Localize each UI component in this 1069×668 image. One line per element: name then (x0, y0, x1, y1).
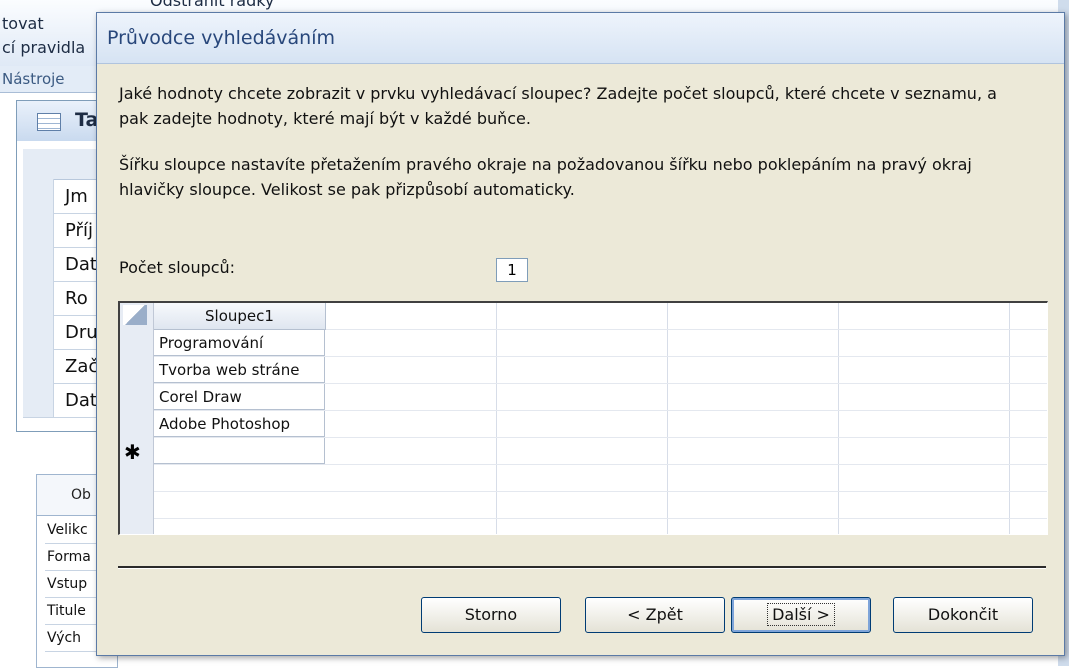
grid-cell[interactable]: Adobe Photoshop (154, 411, 325, 437)
finish-button[interactable]: Dokončit (893, 597, 1033, 633)
column-width-hint: Šířku sloupce nastavíte přetažením pravé… (119, 155, 972, 199)
ribbon-text: tovat (2, 14, 44, 33)
grid-cell[interactable]: Corel Draw (154, 384, 325, 410)
grid-row-line (120, 518, 1047, 519)
grid-column-line (667, 303, 668, 534)
button-separator (118, 566, 1046, 569)
column-count-label: Počet sloupců: (119, 258, 236, 277)
row-selector-column[interactable]: ✱ (120, 303, 154, 534)
instruction-text: Jaké hodnoty chcete zobrazit v prvku vyh… (119, 84, 997, 128)
dialog-title: Průvodce vyhledáváním (107, 27, 335, 49)
new-record-icon: ✱ (124, 440, 141, 464)
grid-column-line (1009, 303, 1010, 534)
column-count-input[interactable] (496, 258, 528, 282)
lookup-wizard-dialog: Průvodce vyhledáváním Jaké hodnoty chcet… (96, 12, 1065, 656)
next-button-label: Další > (767, 603, 835, 626)
column-header-sloupec1[interactable]: Sloupec1 (154, 303, 326, 330)
grid-cell[interactable]: Tvorba web stráne (154, 357, 325, 383)
grid-row-line (120, 464, 1047, 465)
table-tab-title: Ta (75, 109, 99, 131)
dialog-titlebar[interactable]: Průvodce vyhledáváním (97, 13, 1064, 64)
table-icon (37, 113, 61, 131)
grid-cell-new-row[interactable] (154, 438, 325, 464)
ribbon-text: cí pravidla (2, 38, 86, 57)
grid-column-line (838, 303, 839, 534)
grid-row-line (120, 491, 1047, 492)
grid-cell[interactable]: Programování (154, 330, 325, 356)
next-button[interactable]: Další > (731, 597, 871, 633)
lookup-values-grid[interactable]: ✱ Sloupec1 Programování Tvorba web strán… (118, 301, 1048, 535)
cancel-button[interactable]: Storno (421, 597, 561, 633)
back-button[interactable]: < Zpět (585, 597, 725, 633)
select-all-corner[interactable] (123, 305, 147, 325)
ribbon-text: Odstranit řádky (150, 0, 275, 10)
grid-column-line (496, 303, 497, 534)
